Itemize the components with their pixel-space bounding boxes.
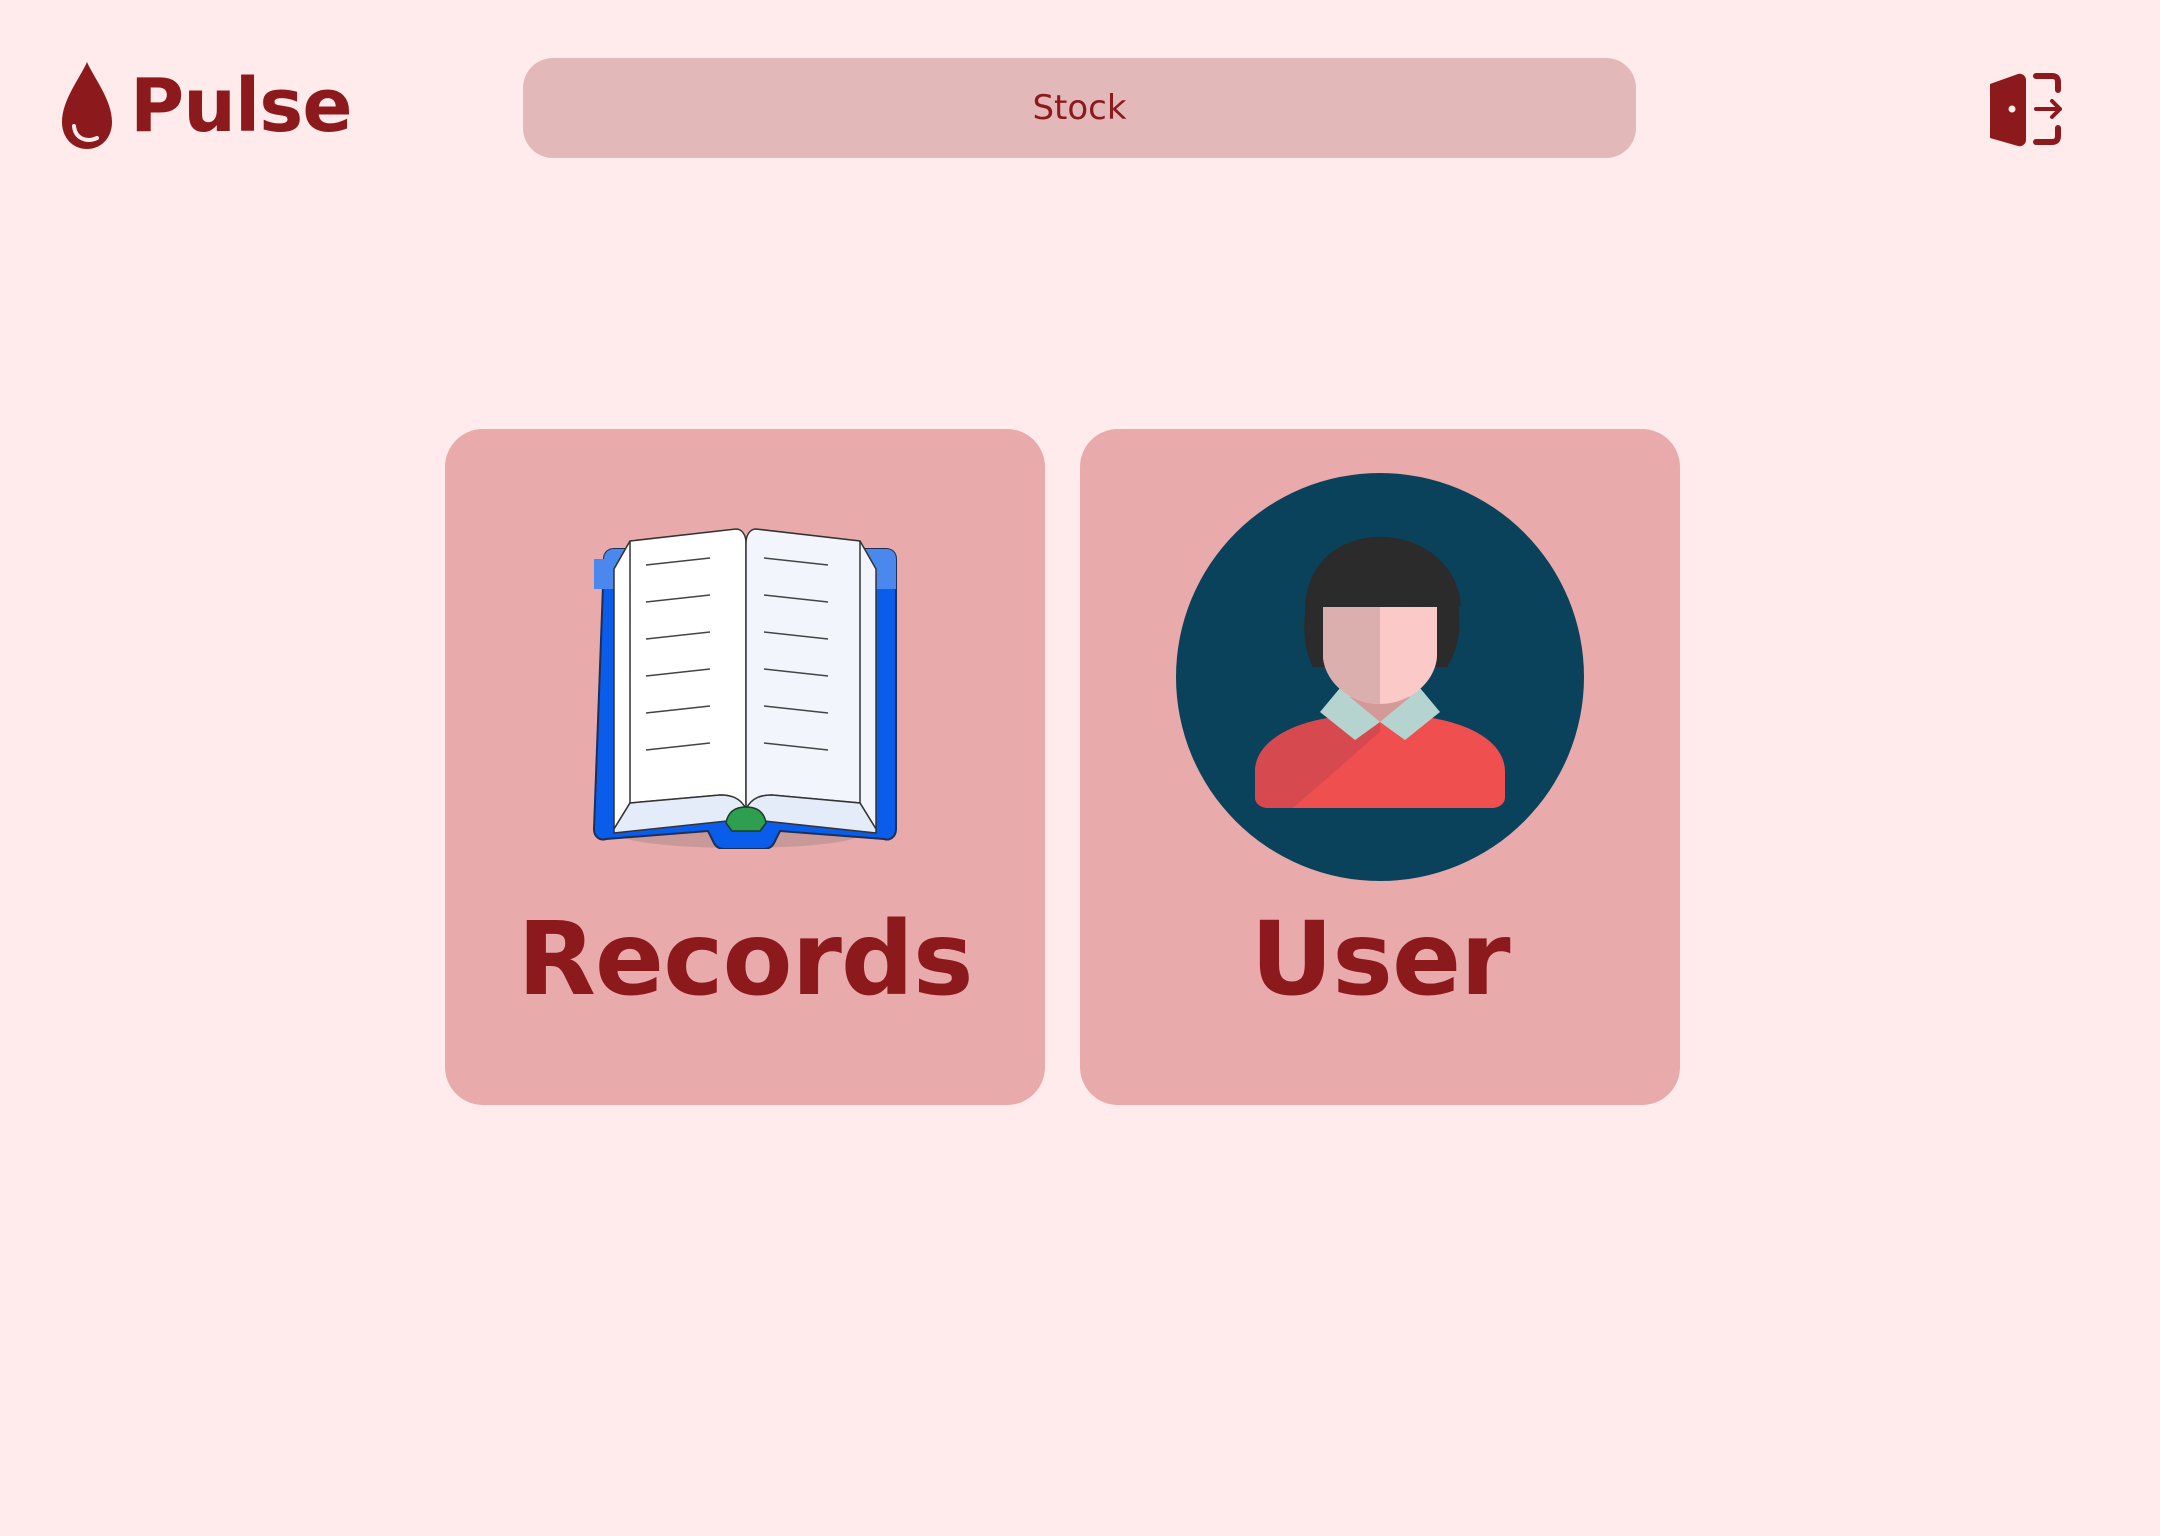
app-logo: Pulse <box>58 60 353 152</box>
stock-button-label: Stock <box>1032 88 1127 128</box>
home-screen: Pulse Stock Records User <box>0 0 2160 1536</box>
user-card-label: User <box>1250 900 1510 1019</box>
stock-button[interactable]: Stock <box>523 58 1636 158</box>
user-avatar-icon <box>1176 473 1584 881</box>
records-card-label: Records <box>517 900 973 1019</box>
blood-drop-icon <box>62 62 112 149</box>
app-name: Pulse <box>130 63 353 149</box>
user-card[interactable]: User <box>1080 429 1680 1105</box>
open-book-icon <box>592 528 897 849</box>
logout-button[interactable] <box>1986 68 2066 148</box>
logout-door-icon <box>1990 73 2062 147</box>
records-card[interactable]: Records <box>445 429 1045 1105</box>
